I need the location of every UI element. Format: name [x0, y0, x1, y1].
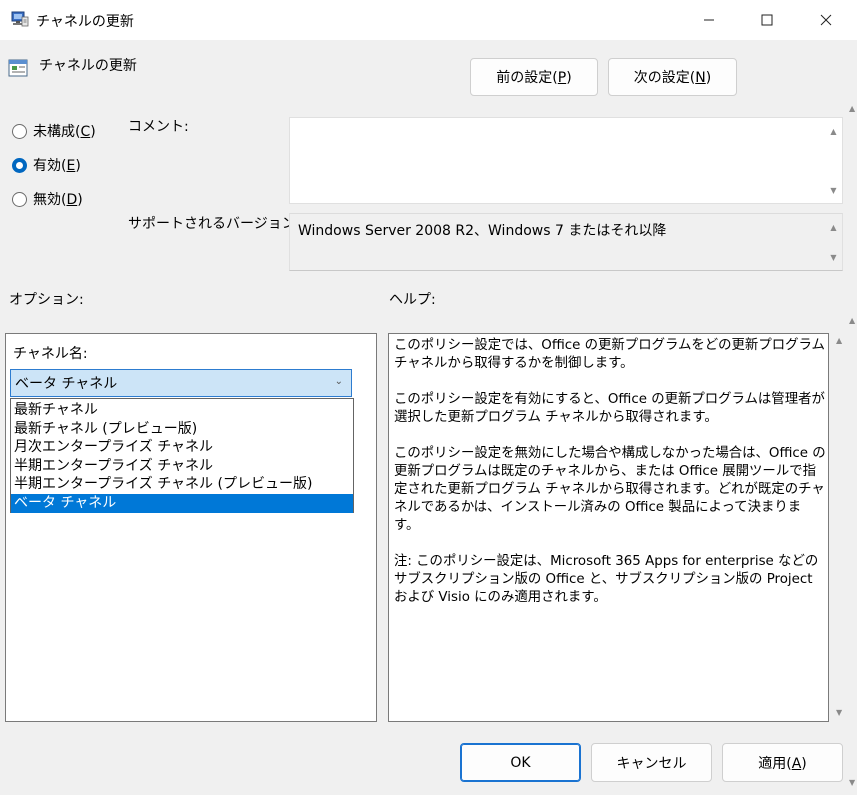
- help-paragraph: 注: このポリシー設定は、Microsoft 365 Apps for ente…: [394, 554, 819, 605]
- ok-label: OK: [510, 754, 531, 771]
- radio-disabled[interactable]: 無効(D): [12, 189, 83, 209]
- window-title: チャネルの更新: [36, 14, 134, 30]
- help-paragraph: このポリシー設定では、Office の更新プログラムをどの更新プログラム チャネ…: [394, 338, 825, 371]
- channel-select-value: ベータ チャネル: [15, 376, 118, 392]
- previous-setting-label: 前の設定(P): [496, 70, 572, 86]
- channel-option[interactable]: 月次エンタープライズ チャネル: [11, 438, 353, 457]
- supported-versions-box: Windows Server 2008 R2、Windows 7 またはそれ以降…: [289, 213, 843, 271]
- supported-versions-value: Windows Server 2008 R2、Windows 7 またはそれ以降: [298, 223, 667, 239]
- previous-setting-button[interactable]: 前の設定(P): [470, 58, 598, 96]
- radio-enabled-label: 有効(E): [33, 158, 81, 174]
- cancel-button[interactable]: キャンセル: [591, 743, 712, 782]
- channel-name-label: チャネル名:: [13, 346, 88, 362]
- chevron-down-icon: ⌄: [334, 376, 343, 387]
- minimize-button[interactable]: [680, 0, 738, 40]
- window-scroll-marker-icon[interactable]: ▲: [849, 316, 855, 325]
- radio-disabled-label: 無効(D): [33, 192, 83, 208]
- options-label: オプション:: [9, 292, 84, 308]
- help-label: ヘルプ:: [389, 292, 436, 308]
- close-button[interactable]: [797, 0, 855, 40]
- comment-scrollbar[interactable]: ▲ ▼: [825, 118, 842, 203]
- setting-icon: [8, 59, 28, 77]
- comment-textarea[interactable]: ▲ ▼: [289, 117, 843, 204]
- supported-label: サポートされるバージョン:: [128, 216, 301, 232]
- radio-enabled-circle[interactable]: [12, 157, 27, 173]
- minimize-icon: [704, 19, 714, 21]
- help-scroll-down-arrow-icon[interactable]: ▼: [836, 708, 842, 717]
- scroll-down-arrow-icon[interactable]: ▼: [825, 182, 842, 198]
- help-scroll-up-arrow-icon[interactable]: ▲: [836, 336, 842, 345]
- ok-button[interactable]: OK: [460, 743, 581, 782]
- policy-app-icon: [11, 11, 29, 27]
- radio-not-configured-circle[interactable]: [12, 123, 27, 139]
- apply-button[interactable]: 適用(A): [722, 743, 843, 782]
- channel-option[interactable]: 最新チャネル: [11, 401, 353, 420]
- comment-label: コメント:: [128, 119, 189, 135]
- setting-title: チャネルの更新: [39, 58, 137, 74]
- radio-disabled-circle[interactable]: [12, 191, 27, 207]
- cancel-label: キャンセル: [616, 755, 687, 772]
- channel-option[interactable]: 最新チャネル (プレビュー版): [11, 420, 353, 439]
- next-setting-label: 次の設定(N): [633, 70, 712, 86]
- window-scroll-down-arrow-icon[interactable]: ▼: [849, 778, 855, 787]
- apply-label: 適用(A): [758, 755, 807, 772]
- maximize-icon: [761, 14, 773, 26]
- help-text: このポリシー設定では、Office の更新プログラムをどの更新プログラム チャネ…: [394, 337, 826, 625]
- help-paragraph: このポリシー設定を無効にした場合や構成しなかった場合は、Office の更新プロ…: [394, 446, 826, 533]
- scroll-up-arrow-icon[interactable]: ▲: [825, 219, 842, 235]
- title-bar: チャネルの更新: [0, 0, 857, 40]
- channel-select[interactable]: ベータ チャネル ⌄: [10, 369, 352, 397]
- maximize-button[interactable]: [738, 0, 796, 40]
- help-paragraph: このポリシー設定を有効にすると、Office の更新プログラムは管理者が選択した…: [394, 392, 825, 425]
- scroll-down-arrow-icon[interactable]: ▼: [825, 249, 842, 265]
- window-scroll-up-arrow-icon[interactable]: ▲: [849, 104, 855, 113]
- radio-not-configured[interactable]: 未構成(C): [12, 121, 96, 141]
- channel-option[interactable]: 半期エンタープライズ チャネル: [11, 457, 353, 476]
- next-setting-button[interactable]: 次の設定(N): [608, 58, 737, 96]
- channel-dropdown-list[interactable]: 最新チャネル 最新チャネル (プレビュー版) 月次エンタープライズ チャネル 半…: [10, 398, 354, 513]
- radio-enabled[interactable]: 有効(E): [12, 155, 81, 175]
- radio-not-configured-label: 未構成(C): [33, 124, 96, 140]
- channel-option[interactable]: 半期エンタープライズ チャネル (プレビュー版): [11, 475, 353, 494]
- channel-option-selected[interactable]: ベータ チャネル: [11, 493, 353, 513]
- supported-scrollbar[interactable]: ▲ ▼: [825, 214, 842, 270]
- close-icon: [820, 14, 832, 26]
- scroll-up-arrow-icon[interactable]: ▲: [825, 123, 842, 139]
